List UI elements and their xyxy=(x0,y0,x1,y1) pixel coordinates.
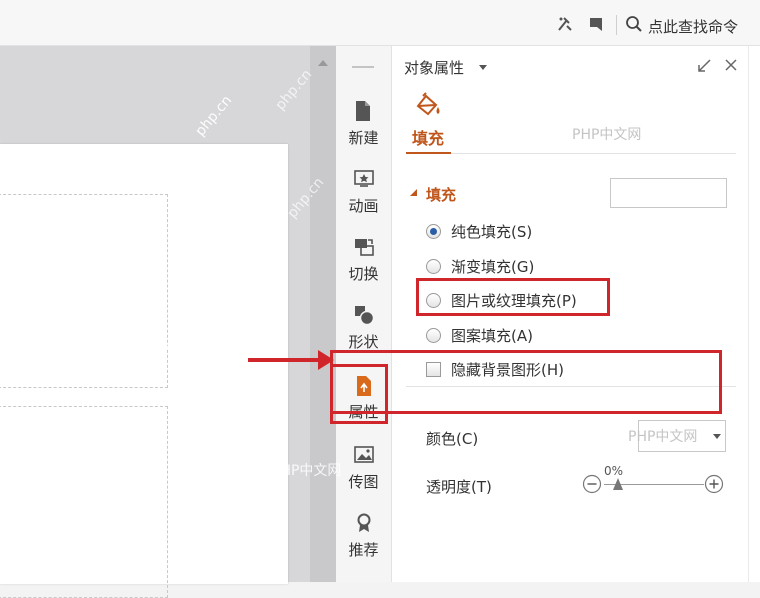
close-icon[interactable] xyxy=(724,58,738,76)
highlight-picture-fill xyxy=(416,278,610,316)
plus-icon[interactable] xyxy=(704,474,724,498)
tab-divider xyxy=(406,153,736,154)
minus-icon[interactable] xyxy=(582,474,602,498)
slide-canvas xyxy=(0,46,310,598)
opacity-label: 透明度(T) xyxy=(426,478,492,496)
tool-recommend[interactable]: 推荐 xyxy=(336,506,391,572)
chevron-down-icon xyxy=(713,434,721,439)
shape-icon xyxy=(355,306,375,326)
highlight-properties-tab xyxy=(330,364,388,424)
top-toolbar: 点此查找命令 xyxy=(0,0,760,46)
flag-icon[interactable] xyxy=(588,15,606,33)
tool-label: 推荐 xyxy=(348,541,379,559)
chevron-down-icon[interactable] xyxy=(479,65,487,70)
annotation-arrow xyxy=(248,358,320,362)
fill-bucket-icon xyxy=(414,92,442,122)
radio-label: 纯色填充(S) xyxy=(451,223,533,241)
search-icon[interactable] xyxy=(625,15,643,33)
tab-fill[interactable]: 填充 xyxy=(412,125,444,149)
fill-color-preview[interactable] xyxy=(610,178,727,208)
recommend-icon xyxy=(357,513,371,532)
tool-label: 动画 xyxy=(348,197,379,215)
slide[interactable] xyxy=(0,144,288,598)
radio-gradient-fill[interactable]: 渐变填充(G) xyxy=(426,256,534,277)
color-label: 颜色(C) xyxy=(426,430,479,448)
watermark: PHP中文网 xyxy=(572,127,642,143)
radio-button[interactable] xyxy=(426,259,441,274)
annotation-arrow-head xyxy=(318,350,334,370)
active-tab-indicator xyxy=(406,152,451,154)
opacity-slider-thumb[interactable] xyxy=(613,478,623,490)
tool-animation[interactable]: 动画 xyxy=(336,162,391,228)
radio-label: 图案填充(A) xyxy=(451,327,533,345)
tool-new[interactable]: 新建 xyxy=(336,94,391,160)
transition-icon xyxy=(355,239,374,256)
collapse-icon[interactable] xyxy=(696,58,712,78)
command-search[interactable]: 点此查找命令 xyxy=(648,16,738,37)
animation-icon xyxy=(354,170,374,187)
scroll-up-icon[interactable] xyxy=(318,60,328,66)
task-pane-tabs: 新建 动画 切换 形状 属性 传图 推荐 xyxy=(336,46,392,582)
radio-solid-fill[interactable]: 纯色填充(S) xyxy=(426,221,532,242)
toolbar-separator xyxy=(616,15,617,35)
tool-upload-image[interactable]: 传图 xyxy=(336,438,391,504)
tool-label: 切换 xyxy=(348,265,379,283)
panel-scrollbar[interactable] xyxy=(748,46,760,582)
grip-handle[interactable] xyxy=(352,66,374,68)
tool-transition[interactable]: 切换 xyxy=(336,230,391,296)
watermark: PHP中文网 xyxy=(272,463,342,479)
new-page-icon xyxy=(356,101,370,121)
vertical-scrollbar[interactable] xyxy=(310,46,336,582)
content-placeholder[interactable] xyxy=(0,406,168,598)
upload-image-icon xyxy=(354,446,374,463)
watermark: PHP中文网 xyxy=(628,429,698,445)
tool-label: 传图 xyxy=(348,473,379,491)
tools-icon[interactable] xyxy=(556,15,574,33)
panel-title[interactable]: 对象属性 xyxy=(404,57,464,78)
tool-label: 形状 xyxy=(348,333,379,351)
highlight-hide-background xyxy=(330,350,722,414)
radio-button[interactable] xyxy=(426,224,441,239)
watermark: PHP中文网 xyxy=(160,343,230,359)
tool-label: 新建 xyxy=(348,129,379,147)
title-placeholder[interactable] xyxy=(0,194,168,388)
opacity-value: 0% xyxy=(604,464,624,478)
radio-label: 渐变填充(G) xyxy=(451,258,535,276)
radio-button[interactable] xyxy=(426,328,441,343)
collapse-triangle-icon[interactable] xyxy=(410,189,417,196)
radio-pattern-fill[interactable]: 图案填充(A) xyxy=(426,325,533,346)
section-fill-title[interactable]: 填充 xyxy=(426,184,456,205)
